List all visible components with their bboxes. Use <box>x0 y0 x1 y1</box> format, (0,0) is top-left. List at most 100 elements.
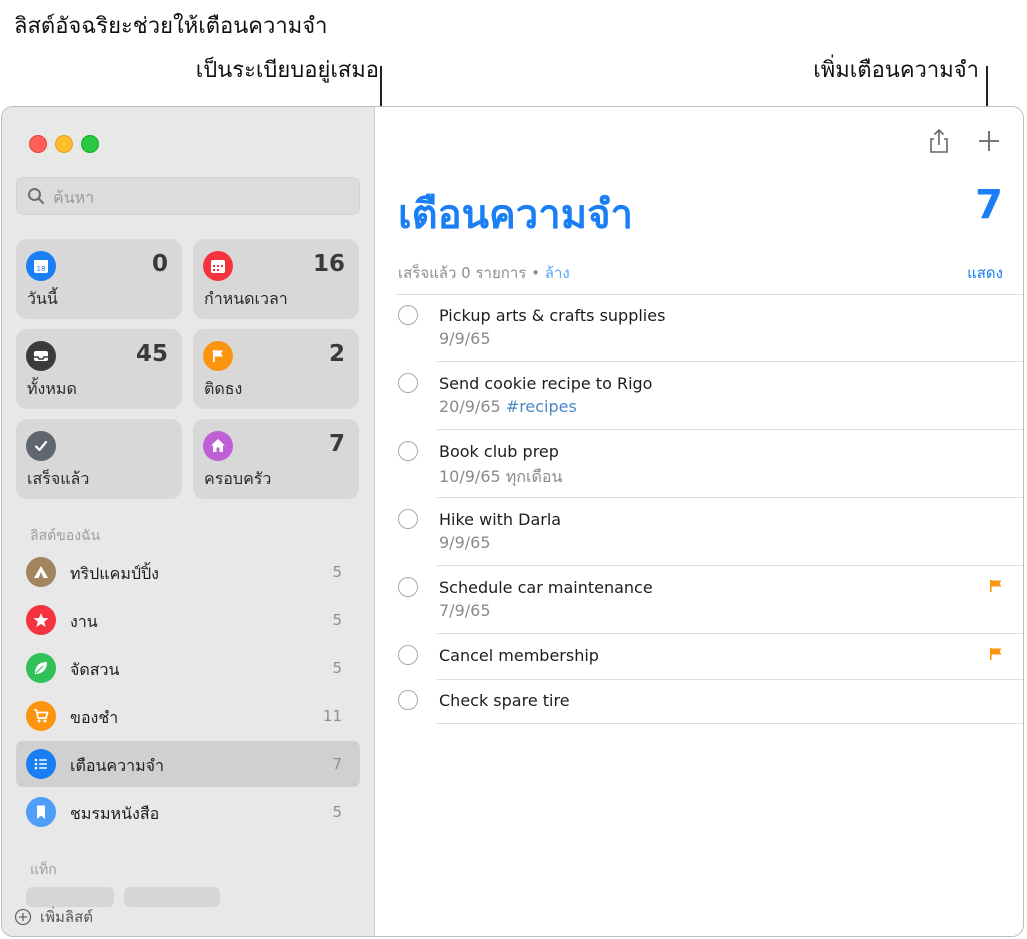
callout-smart-lists-line1: ลิสต์อัจฉริยะช่วยให้เตือนความจำ <box>14 14 328 39</box>
complete-checkbox[interactable] <box>398 373 418 393</box>
reminder-title[interactable]: Schedule car maintenance <box>439 578 653 597</box>
reminder-date: 10/9/65 ทุกเดือน <box>439 467 563 486</box>
smart-list-label: เสร็จแล้ว <box>27 469 90 488</box>
checkmark-icon <box>26 431 56 461</box>
search-placeholder: ค้นหา <box>53 188 95 207</box>
flag-icon <box>203 341 233 371</box>
smart-list-count: 45 <box>135 341 168 367</box>
divider <box>437 565 1023 566</box>
cart-icon <box>26 701 56 731</box>
reminder-title[interactable]: Check spare tire <box>439 691 570 710</box>
divider <box>437 679 1023 680</box>
complete-checkbox[interactable] <box>398 645 418 665</box>
smart-list-today[interactable]: 18 0 วันนี้ <box>16 239 182 319</box>
smart-list-count: 16 <box>312 251 345 277</box>
list-item-groceries[interactable]: ของชำ 11 <box>16 693 360 739</box>
list-count: 5 <box>332 803 342 821</box>
list-bullet-icon <box>26 749 56 779</box>
list-item-gardening[interactable]: จัดสวน 5 <box>16 645 360 691</box>
list-title: เตือนความจำ <box>398 192 633 238</box>
reminder-tag[interactable]: #recipes <box>506 397 577 416</box>
tag-chip[interactable] <box>26 887 114 907</box>
my-lists-header: ลิสต์ของฉัน <box>30 528 101 544</box>
list-item-reminders[interactable]: เตือนความจำ 7 <box>16 741 360 787</box>
calendar-scheduled-icon <box>203 251 233 281</box>
bullet-separator: • <box>531 264 540 282</box>
minimize-window-button[interactable] <box>55 135 73 153</box>
complete-checkbox[interactable] <box>398 441 418 461</box>
smart-list-label: ติดธง <box>204 379 243 398</box>
tag-chip[interactable] <box>124 887 220 907</box>
search-input[interactable]: ค้นหา <box>16 177 360 215</box>
flag-icon[interactable] <box>989 579 1003 593</box>
add-reminder-button[interactable] <box>975 127 1003 155</box>
smart-list-flagged[interactable]: 2 ติดธง <box>193 329 359 409</box>
share-icon <box>930 128 948 153</box>
list-item-camping-trip[interactable]: ทริปแคมป์ปิ้ง 5 <box>16 549 360 595</box>
completed-count-text: เสร็จแล้ว 0 รายการ <box>398 264 527 282</box>
main-content: เตือนความจำ 7 เสร็จแล้ว 0 รายการ • ล้าง … <box>375 107 1023 936</box>
calendar-today-icon: 18 <box>26 251 56 281</box>
reminder-title[interactable]: Send cookie recipe to Rigo <box>439 374 652 393</box>
divider <box>437 723 1023 724</box>
callout-add-reminder: เพิ่มเตือนความจำ <box>813 58 979 83</box>
list-count: 7 <box>332 755 342 773</box>
clear-completed-button[interactable]: ล้าง <box>545 264 570 282</box>
complete-checkbox[interactable] <box>398 305 418 325</box>
tags-header: แท็ก <box>30 862 57 878</box>
list-name: ของชำ <box>70 708 119 727</box>
list-item-work[interactable]: งาน 5 <box>16 597 360 643</box>
smart-list-count: 0 <box>151 251 168 277</box>
smart-list-label: ครอบครัว <box>204 469 272 488</box>
share-button[interactable] <box>925 127 953 155</box>
smart-list-completed[interactable]: เสร็จแล้ว <box>16 419 182 499</box>
close-window-button[interactable] <box>29 135 47 153</box>
list-name: งาน <box>70 612 98 631</box>
reminder-date: 20/9/65 <box>439 397 501 416</box>
reminder-title[interactable]: Cancel membership <box>439 646 599 665</box>
tray-icon <box>26 341 56 371</box>
divider <box>437 633 1023 634</box>
smart-list-family[interactable]: 7 ครอบครัว <box>193 419 359 499</box>
plus-icon <box>979 131 999 151</box>
reminder-title[interactable]: Book club prep <box>439 442 559 461</box>
flag-icon[interactable] <box>989 647 1003 661</box>
bookmark-icon <box>26 797 56 827</box>
leaf-icon <box>26 653 56 683</box>
list-name: ทริปแคมป์ปิ้ง <box>70 564 159 583</box>
reminder-date: 9/9/65 <box>439 329 491 348</box>
sidebar: ค้นหา 18 0 วันนี้ 16 กำหนดเวลา 45 ทั้งหม… <box>2 107 375 936</box>
smart-list-label: กำหนดเวลา <box>204 289 288 308</box>
divider <box>437 361 1023 362</box>
reminder-date: 9/9/65 <box>439 533 491 552</box>
divider <box>437 497 1023 498</box>
complete-checkbox[interactable] <box>398 690 418 710</box>
star-icon <box>26 605 56 635</box>
reminder-date: 7/9/65 <box>439 601 491 620</box>
smart-list-label: ทั้งหมด <box>27 379 77 398</box>
add-list-button[interactable]: เพิ่มลิสต์ <box>14 905 93 929</box>
zoom-window-button[interactable] <box>81 135 99 153</box>
divider <box>437 429 1023 430</box>
tent-icon <box>26 557 56 587</box>
smart-list-count: 2 <box>328 341 345 367</box>
smart-list-all[interactable]: 45 ทั้งหมด <box>16 329 182 409</box>
list-count: 5 <box>332 563 342 581</box>
plus-circle-icon <box>14 908 32 926</box>
reminders-window: ค้นหา 18 0 วันนี้ 16 กำหนดเวลา 45 ทั้งหม… <box>1 106 1024 937</box>
reminder-title[interactable]: Hike with Darla <box>439 510 561 529</box>
show-completed-button[interactable]: แสดง <box>967 261 1003 285</box>
house-icon <box>203 431 233 461</box>
svg-text:18: 18 <box>37 265 46 273</box>
add-list-label: เพิ่มลิสต์ <box>40 908 93 926</box>
list-count: 5 <box>332 611 342 629</box>
complete-checkbox[interactable] <box>398 509 418 529</box>
reminder-title[interactable]: Pickup arts & crafts supplies <box>439 306 665 325</box>
complete-checkbox[interactable] <box>398 577 418 597</box>
reminder-date-and-tag: 20/9/65 #recipes <box>439 397 577 416</box>
list-item-book-club[interactable]: ชมรมหนังสือ 5 <box>16 789 360 835</box>
smart-list-scheduled[interactable]: 16 กำหนดเวลา <box>193 239 359 319</box>
completed-summary: เสร็จแล้ว 0 รายการ • ล้าง <box>398 261 570 285</box>
list-name: ชมรมหนังสือ <box>70 804 160 823</box>
list-total-count: 7 <box>975 182 1003 228</box>
